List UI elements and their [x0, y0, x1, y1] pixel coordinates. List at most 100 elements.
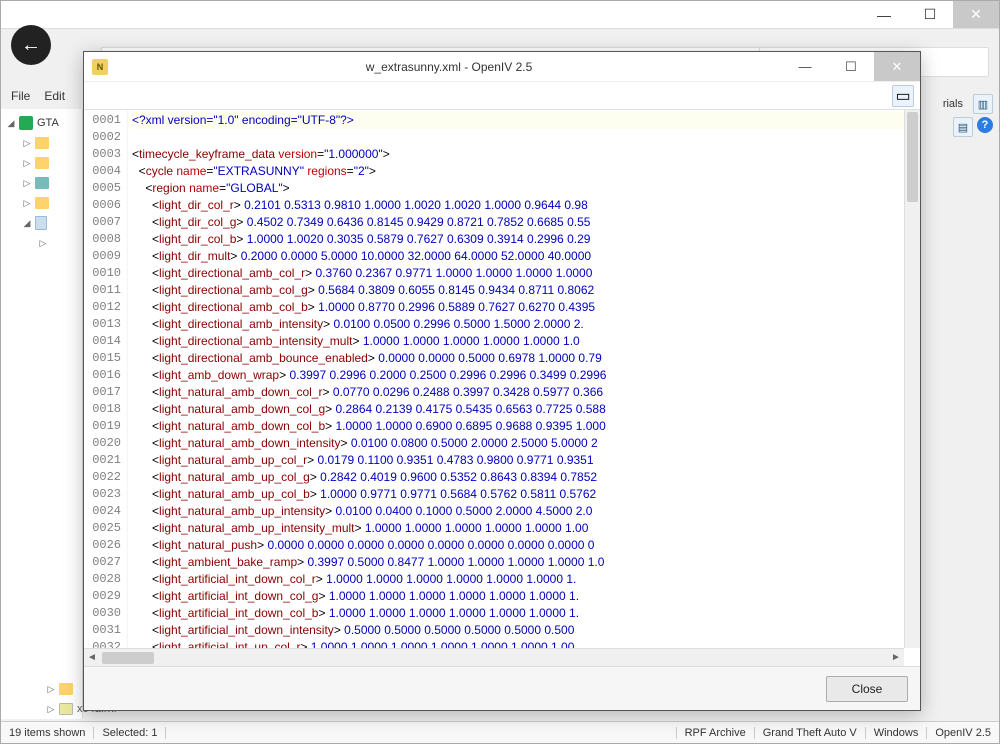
code-line[interactable]: <light_artificial_int_down_col_g> 1.0000… [132, 588, 920, 605]
chevron-right-icon: ▷ [23, 178, 31, 189]
view-mode-button[interactable]: ▥ [973, 94, 993, 114]
tree-item[interactable]: ▷ [1, 233, 82, 253]
folder-icon [35, 137, 49, 149]
file-type-icon: N [92, 59, 108, 75]
code-line[interactable]: <cycle name="EXTRASUNNY" regions="2"> [132, 163, 920, 180]
code-editor[interactable]: 0001 0002 0003 0004 0005 0006 0007 0008 … [84, 110, 920, 666]
code-line[interactable]: <?xml version="1.0" encoding="UTF-8"?> [132, 112, 920, 129]
status-os: Windows [865, 727, 927, 739]
tree-root-label: GTA [37, 117, 59, 129]
help-button[interactable]: ? [977, 117, 993, 133]
back-button[interactable]: ← [11, 25, 51, 65]
code-line[interactable]: <light_directional_amb_intensity> 0.0100… [132, 316, 920, 333]
tree-item[interactable]: ▷ [1, 173, 82, 193]
close-button[interactable]: Close [826, 676, 908, 702]
code-line[interactable]: <light_natural_push> 0.0000 0.0000 0.000… [132, 537, 920, 554]
code-line[interactable]: <light_artificial_int_down_col_b> 1.0000… [132, 605, 920, 622]
inner-toolbar: ▭ [84, 82, 920, 110]
code-line[interactable]: <light_dir_col_r> 0.2101 0.5313 0.9810 1… [132, 197, 920, 214]
status-bar: 19 items shown Selected: 1 RPF Archive G… [1, 721, 999, 743]
icon-letter: N [97, 62, 104, 72]
inner-footer: Close [84, 666, 920, 710]
chevron-right-icon: ▷ [47, 684, 55, 695]
vertical-scrollbar[interactable] [904, 110, 920, 648]
chevron-right-icon: ▷ [23, 138, 31, 149]
code-line[interactable] [132, 129, 920, 146]
folder-icon [35, 197, 49, 209]
outer-close-button[interactable]: ✕ [953, 1, 999, 28]
code-line[interactable]: <light_natural_amb_up_intensity> 0.0100 … [132, 503, 920, 520]
tree-item[interactable]: ▷ [1, 193, 82, 213]
folder-icon [35, 157, 49, 169]
disk-icon [35, 177, 49, 189]
tree-item[interactable]: ▷ [1, 133, 82, 153]
code-line[interactable]: <light_natural_amb_down_col_g> 0.2864 0.… [132, 401, 920, 418]
chevron-down-icon: ◢ [23, 218, 31, 229]
outer-window: — ☐ ✕ ← File Edit rials ▥ ▤ ? ◢ GTA ▷ ▷ ▷… [0, 0, 1000, 744]
code-line[interactable]: <light_natural_amb_up_col_g> 0.2842 0.40… [132, 469, 920, 486]
right-tab-label: rials [943, 98, 963, 110]
outer-titlebar: — ☐ ✕ [1, 1, 999, 29]
outer-right-tools: rials ▥ [929, 89, 993, 119]
layout-toggle-button[interactable]: ▤ [953, 117, 973, 137]
inner-title: w_extrasunny.xml - OpenIV 2.5 [116, 60, 782, 74]
status-rpf: RPF Archive [676, 727, 754, 739]
menu-edit[interactable]: Edit [44, 89, 65, 103]
folder-tree[interactable]: ◢ GTA ▷ ▷ ▷ ▷ ◢ ▷ [1, 109, 83, 719]
xml-viewer-window: N w_extrasunny.xml - OpenIV 2.5 — ☐ ✕ ▭ … [83, 51, 921, 711]
horizontal-scrollbar[interactable]: ◄ ► [84, 648, 904, 666]
code-line[interactable]: <light_directional_amb_intensity_mult> 1… [132, 333, 920, 350]
inner-minimize-button[interactable]: — [782, 52, 828, 81]
code-line[interactable]: <light_artificial_int_down_col_r> 1.0000… [132, 571, 920, 588]
scrollbar-thumb[interactable] [907, 112, 918, 202]
menu-file[interactable]: File [11, 89, 30, 103]
chevron-right-icon: ▷ [47, 704, 55, 715]
grid-icon: ▥ [978, 98, 988, 111]
game-icon [19, 116, 33, 130]
layout-icon: ▤ [958, 121, 968, 134]
inner-close-button[interactable]: ✕ [874, 52, 920, 81]
line-number-gutter: 0001 0002 0003 0004 0005 0006 0007 0008 … [84, 110, 128, 666]
chevron-right-icon: ▷ [23, 158, 31, 169]
outer-help-row: ▤ ? [953, 117, 993, 137]
code-line[interactable]: <light_ambient_bake_ramp> 0.3997 0.5000 … [132, 554, 920, 571]
rpf-icon [59, 703, 73, 715]
code-line[interactable]: <timecycle_keyframe_data version="1.0000… [132, 146, 920, 163]
screen-icon: ▭ [895, 86, 910, 106]
tree-item[interactable]: ▷ [1, 153, 82, 173]
tree-root[interactable]: ◢ GTA [1, 113, 82, 133]
chevron-down-icon: ◢ [7, 118, 15, 129]
fullscreen-toggle-button[interactable]: ▭ [892, 85, 914, 107]
scroll-right-icon[interactable]: ► [888, 652, 904, 663]
status-app: OpenIV 2.5 [926, 727, 999, 739]
code-line[interactable]: <light_dir_col_b> 1.0000 1.0020 0.3035 0… [132, 231, 920, 248]
folder-icon [59, 683, 73, 695]
scroll-left-icon[interactable]: ◄ [84, 652, 100, 663]
outer-menubar: File Edit [11, 89, 65, 103]
code-line[interactable]: <light_directional_amb_col_g> 0.5684 0.3… [132, 282, 920, 299]
code-line[interactable]: <light_amb_down_wrap> 0.3997 0.2996 0.20… [132, 367, 920, 384]
code-line[interactable]: <light_natural_amb_up_intensity_mult> 1.… [132, 520, 920, 537]
code-line[interactable]: <light_dir_mult> 0.2000 0.0000 5.0000 10… [132, 248, 920, 265]
status-game: Grand Theft Auto V [754, 727, 865, 739]
outer-maximize-button[interactable]: ☐ [907, 1, 953, 28]
chevron-right-icon: ▷ [23, 198, 31, 209]
code-line[interactable]: <light_natural_amb_up_col_b> 1.0000 0.97… [132, 486, 920, 503]
scrollbar-thumb[interactable] [102, 652, 154, 664]
code-content[interactable]: <?xml version="1.0" encoding="UTF-8"?> <t… [128, 110, 920, 666]
code-line[interactable]: <light_directional_amb_col_r> 0.3760 0.2… [132, 265, 920, 282]
tree-item[interactable]: ◢ [1, 213, 82, 233]
code-line[interactable]: <region name="GLOBAL"> [132, 180, 920, 197]
code-line[interactable]: <light_natural_amb_down_col_b> 1.0000 1.… [132, 418, 920, 435]
code-line[interactable]: <light_dir_col_g> 0.4502 0.7349 0.6436 0… [132, 214, 920, 231]
outer-minimize-button[interactable]: — [861, 1, 907, 28]
code-line[interactable]: <light_natural_amb_down_intensity> 0.010… [132, 435, 920, 452]
code-line[interactable]: <light_natural_amb_down_col_r> 0.0770 0.… [132, 384, 920, 401]
code-line[interactable]: <light_artificial_int_down_intensity> 0.… [132, 622, 920, 639]
inner-titlebar[interactable]: N w_extrasunny.xml - OpenIV 2.5 — ☐ ✕ [84, 52, 920, 82]
code-line[interactable]: <light_directional_amb_bounce_enabled> 0… [132, 350, 920, 367]
code-line[interactable]: <light_natural_amb_up_col_r> 0.0179 0.11… [132, 452, 920, 469]
code-line[interactable]: <light_directional_amb_col_b> 1.0000 0.8… [132, 299, 920, 316]
inner-maximize-button[interactable]: ☐ [828, 52, 874, 81]
chevron-right-icon: ▷ [39, 238, 47, 249]
